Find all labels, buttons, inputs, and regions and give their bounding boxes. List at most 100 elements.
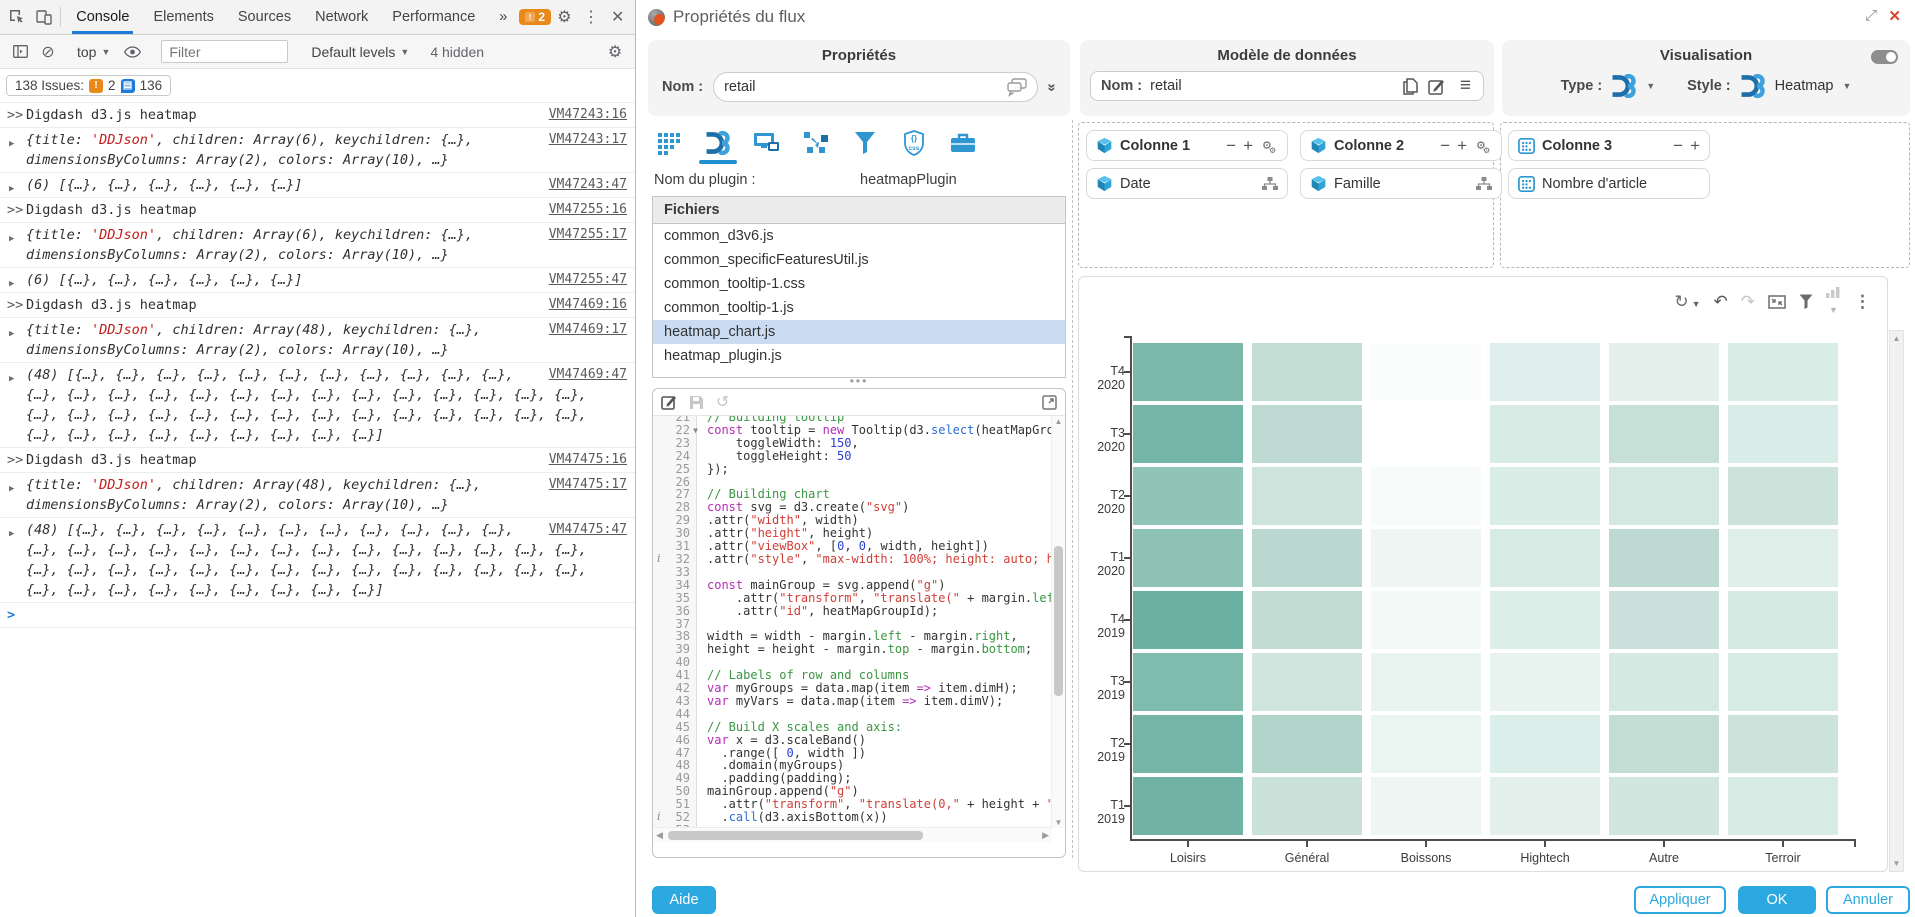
device-toolbar-icon[interactable] xyxy=(31,0,58,34)
clear-console-icon[interactable]: ⊘ xyxy=(34,42,62,62)
share-arrows-tab-icon[interactable] xyxy=(801,128,831,158)
close-devtools-icon[interactable]: ✕ xyxy=(604,0,631,34)
toolbox-tab-icon[interactable] xyxy=(948,128,978,158)
heatmap-cell[interactable] xyxy=(1728,777,1838,835)
column-settings-icon[interactable]: ⚙⚙ xyxy=(1260,138,1278,154)
source-link[interactable]: VM47255:16 xyxy=(549,200,627,220)
add-column-button[interactable]: + xyxy=(1690,137,1700,154)
issues-badge[interactable]: !2 xyxy=(519,9,551,25)
visualisation-toggle[interactable] xyxy=(1871,50,1898,64)
heatmap-cell[interactable] xyxy=(1609,653,1719,711)
tab-sources[interactable]: Sources xyxy=(226,0,303,34)
column-settings-icon[interactable]: ⚙⚙ xyxy=(1474,138,1492,154)
heatmap-cell[interactable] xyxy=(1133,343,1243,401)
remove-column-button[interactable]: − xyxy=(1673,137,1683,154)
heatmap-cell[interactable] xyxy=(1133,405,1243,463)
expand-dialog-icon[interactable]: ⤢ xyxy=(1865,7,1877,24)
column-1-item[interactable]: Date xyxy=(1086,168,1288,199)
heatmap-cell[interactable] xyxy=(1133,467,1243,525)
heatmap-cell[interactable] xyxy=(1371,715,1481,773)
heatmap-cell[interactable] xyxy=(1252,529,1362,587)
expand-triangle-icon[interactable]: ▶ xyxy=(9,274,14,294)
add-column-button[interactable]: + xyxy=(1243,137,1253,154)
model-menu-icon[interactable]: ≡ xyxy=(1460,75,1471,97)
resize-grip[interactable]: ••• xyxy=(850,378,869,384)
log-levels-selector[interactable]: Default levels▼ xyxy=(303,44,417,60)
heatmap-cell[interactable] xyxy=(1728,467,1838,525)
heatmap-cell[interactable] xyxy=(1252,653,1362,711)
comment-bubble-icon[interactable]: ··· xyxy=(1006,77,1028,97)
heatmap-cell[interactable] xyxy=(1252,715,1362,773)
heatmap-cell[interactable] xyxy=(1728,343,1838,401)
heatmap-cell[interactable] xyxy=(1133,653,1243,711)
source-link[interactable]: VM47255:17 xyxy=(549,225,627,245)
grid-tab-icon[interactable] xyxy=(654,128,684,158)
heatmap-cell[interactable] xyxy=(1490,653,1600,711)
code-line[interactable]: 36 .attr("id", heatMapGroupId); xyxy=(653,605,1065,618)
heatmap-cell[interactable] xyxy=(1609,529,1719,587)
heatmap-cell[interactable] xyxy=(1609,343,1719,401)
heatmap-cell[interactable] xyxy=(1252,467,1362,525)
code-line[interactable]: 39height = height - margin.top - margin.… xyxy=(653,643,1065,656)
add-column-button[interactable]: + xyxy=(1457,137,1467,154)
tab-elements[interactable]: Elements xyxy=(141,0,225,34)
heatmap-cell[interactable] xyxy=(1252,405,1362,463)
heatmap-cell[interactable] xyxy=(1609,777,1719,835)
appliquer-button[interactable]: Appliquer xyxy=(1634,886,1726,914)
expand-triangle-icon[interactable]: ▶ xyxy=(9,229,14,249)
style-dropdown-caret[interactable]: ▼ xyxy=(1842,81,1851,91)
expand-triangle-icon[interactable]: ▶ xyxy=(9,179,14,199)
expand-triangle-icon[interactable]: ▶ xyxy=(9,369,14,389)
hierarchy-icon[interactable] xyxy=(1476,177,1492,191)
tab-more[interactable]: » xyxy=(487,0,519,34)
expand-triangle-icon[interactable]: ▶ xyxy=(9,324,14,344)
filter-tab-icon[interactable] xyxy=(850,128,880,158)
heatmap-cell[interactable] xyxy=(1490,343,1600,401)
heatmap-cell[interactable] xyxy=(1490,715,1600,773)
heatmap-cell[interactable] xyxy=(1490,529,1600,587)
style-d3-icon[interactable] xyxy=(1740,73,1766,99)
source-link[interactable]: VM47469:17 xyxy=(549,320,627,340)
expand-more-chevrons-icon[interactable]: » xyxy=(1043,83,1060,91)
eye-icon[interactable] xyxy=(118,46,146,58)
heatmap-cell[interactable] xyxy=(1609,591,1719,649)
tab-performance[interactable]: Performance xyxy=(380,0,487,34)
code-line[interactable]: 43var myVars = data.map(item => item.dim… xyxy=(653,695,1065,708)
console-filter-input[interactable]: Filter xyxy=(161,40,288,63)
revert-file-icon[interactable]: ↺ xyxy=(716,392,729,412)
issues-chip[interactable]: 138 Issues: ! 2 ▤ 136 xyxy=(6,75,171,96)
expand-triangle-icon[interactable]: ▶ xyxy=(9,134,14,154)
heatmap-cell[interactable] xyxy=(1728,591,1838,649)
heatmap-cell[interactable] xyxy=(1133,777,1243,835)
kebab-menu-icon[interactable]: ⋮ xyxy=(578,0,605,34)
heatmap-cell[interactable] xyxy=(1133,529,1243,587)
heatmap-cell[interactable] xyxy=(1371,405,1481,463)
file-row[interactable]: common_d3v6.js xyxy=(653,224,1065,248)
code-line[interactable]: i52 .call(d3.axisBottom(x)) xyxy=(653,811,1065,824)
heatmap-cell[interactable] xyxy=(1728,529,1838,587)
expand-triangle-icon[interactable]: ▶ xyxy=(9,524,14,544)
heatmap-cell[interactable] xyxy=(1490,467,1600,525)
annuler-button[interactable]: Annuler xyxy=(1826,886,1910,914)
heatmap-cell[interactable] xyxy=(1490,777,1600,835)
code-area[interactable]: 21// Building tooltip22▼const tooltip = … xyxy=(653,415,1065,842)
heatmap-cell[interactable] xyxy=(1371,467,1481,525)
inspect-element-icon[interactable] xyxy=(4,0,31,34)
flux-name-input[interactable]: retail ··· xyxy=(713,72,1038,102)
dialog-scrollbar[interactable]: ▲ ▼ xyxy=(1889,330,1904,872)
style-value[interactable]: Heatmap xyxy=(1775,78,1834,94)
column-2-item[interactable]: Famille xyxy=(1300,168,1502,199)
context-selector[interactable]: top▼ xyxy=(69,44,118,60)
heatmap-cell[interactable] xyxy=(1609,405,1719,463)
open-editor-window-icon[interactable] xyxy=(1042,395,1057,410)
heatmap-cell[interactable] xyxy=(1252,777,1362,835)
file-row[interactable]: heatmap_plugin.js xyxy=(653,344,1065,368)
file-row[interactable]: heatmap_chart.js xyxy=(653,320,1065,344)
settings-gear-icon[interactable]: ⚙ xyxy=(551,0,578,34)
column-3-header[interactable]: Colonne 3 − + xyxy=(1508,130,1710,161)
heatmap-cell[interactable] xyxy=(1371,529,1481,587)
devices-tab-icon[interactable] xyxy=(752,128,782,158)
console-prompt[interactable] xyxy=(26,607,34,623)
copy-model-icon[interactable] xyxy=(1403,78,1419,95)
file-row[interactable]: common_tooltip-1.css xyxy=(653,272,1065,296)
